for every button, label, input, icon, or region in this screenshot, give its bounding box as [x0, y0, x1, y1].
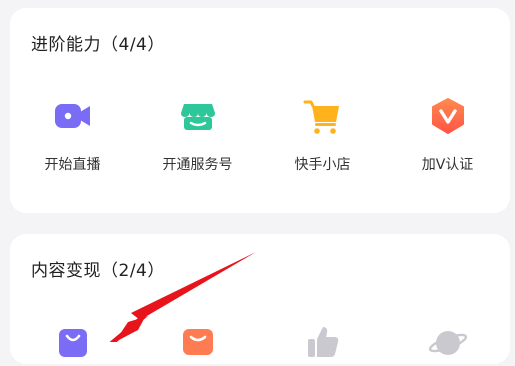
open-service-account-label: 开通服务号: [162, 157, 233, 173]
shopping-cart-icon: [303, 96, 343, 136]
monetize-item-4[interactable]: [385, 322, 510, 362]
content-monetization-grid: [10, 322, 510, 362]
monetize-item-1[interactable]: [10, 322, 135, 362]
storefront-icon: [178, 96, 218, 136]
start-live-label: 开始直播: [44, 157, 101, 173]
content-monetization-title: 内容变现（2/4）: [31, 261, 165, 281]
kuaishou-store-label: 快手小店: [294, 157, 351, 173]
advanced-abilities-grid: 开始直播 开通服务号 快手小店 加V认证: [10, 96, 510, 174]
start-live-button[interactable]: 开始直播: [10, 96, 135, 174]
video-camera-icon: [53, 96, 93, 136]
monetize-item-3[interactable]: [260, 322, 385, 362]
open-service-account-button[interactable]: 开通服务号: [135, 96, 260, 174]
monetize-item-2[interactable]: [135, 322, 260, 362]
content-monetization-card: 内容变现（2/4）: [10, 234, 510, 364]
coupon-icon: [178, 322, 218, 362]
advanced-abilities-card: 进阶能力（4/4） 开始直播 开通服务号 快手小店 加V认证: [10, 8, 510, 213]
verified-badge-icon: [428, 96, 468, 136]
v-verification-label: 加V认证: [421, 157, 474, 173]
planet-icon: [428, 322, 468, 362]
thumbs-up-icon: [303, 322, 343, 362]
advanced-abilities-title: 进阶能力（4/4）: [31, 35, 165, 55]
shopping-bag-icon: [53, 322, 93, 362]
kuaishou-store-button[interactable]: 快手小店: [260, 96, 385, 174]
v-verification-button[interactable]: 加V认证: [385, 96, 510, 174]
